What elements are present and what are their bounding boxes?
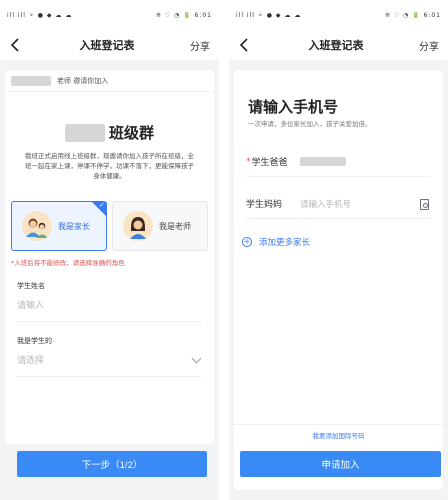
status-right-icons: ❊ ♡ ◔ 🔋 6:01 (155, 11, 212, 19)
screenshot-stage: ill ill ⚬ ● ◆ ☁ ☁ ❊ ♡ ◔ 🔋 6:01 入班登记表 分享 … (0, 0, 448, 500)
nav-bar: 入班登记表 分享 (0, 30, 219, 60)
class-name-suffix: 班级群 (108, 124, 154, 142)
back-arrow-icon[interactable] (239, 36, 253, 54)
apply-join-button[interactable]: 申请加入 (240, 451, 441, 477)
nav-bar: 入班登记表 分享 (229, 30, 448, 60)
role-label-parent: 我是家长 (58, 221, 90, 231)
student-name-label: 学生姓名 (17, 282, 45, 290)
invite-text: 老师 邀请你加入 (57, 76, 109, 85)
mother-phone-row[interactable]: 学生妈妈 请输入手机号 (246, 189, 431, 219)
role-warning: *入班后将不能修改，请选择准确的角色 (11, 259, 125, 267)
relation-field[interactable]: 我是学生的 请选择 (17, 336, 202, 377)
back-arrow-icon[interactable] (10, 36, 24, 54)
redacted-class-prefix (64, 123, 105, 142)
page-title: 入班登记表 (79, 39, 135, 52)
phone-entry-subtitle: 一次申请，多位家长加入，孩子关爱加倍。 (248, 120, 372, 128)
relation-label: 我是学生的 (17, 337, 52, 345)
registration-card: 老师 邀请你加入 班级群 我班正式启用线上班级群，现邀请你加入孩子所在班级，全班… (5, 70, 214, 444)
add-more-label: 添加更多家长 (259, 238, 311, 248)
share-button[interactable]: 分享 (190, 38, 210, 53)
student-name-input[interactable]: 请输入 (17, 298, 202, 311)
status-bar: ill ill ⚬ ● ◆ ☁ ☁ ❊ ♡ ◔ 🔋 6:01 (229, 0, 448, 30)
intl-number-link[interactable]: 我要添加国际号码 (234, 430, 443, 440)
redacted-father-phone (299, 157, 346, 166)
screen-phone-entry: ill ill ⚬ ● ◆ ☁ ☁ ❊ ♡ ◔ 🔋 6:01 入班登记表 分享 … (229, 0, 448, 500)
phone-entry-card: 请输入手机号 一次申请，多位家长加入，孩子关爱加倍。 * 学生爸爸 学生妈妈 请… (234, 70, 443, 490)
plus-circle-icon: + (242, 237, 252, 247)
screen-role-selection: ill ill ⚬ ● ◆ ☁ ☁ ❊ ♡ ◔ 🔋 6:01 入班登记表 分享 … (0, 0, 219, 500)
contacts-icon[interactable] (420, 199, 429, 210)
father-label: 学生爸爸 (251, 158, 288, 168)
role-option-parent[interactable]: 我是家长 ✓ (11, 201, 107, 251)
teacher-avatar-icon (123, 211, 153, 241)
status-bar: ill ill ⚬ ● ◆ ☁ ☁ ❊ ♡ ◔ 🔋 6:01 (0, 0, 219, 30)
divider (234, 424, 443, 425)
check-icon: ✓ (99, 201, 105, 209)
share-button[interactable]: 分享 (419, 38, 439, 53)
phone-entry-title: 请输入手机号 (248, 98, 339, 116)
redacted-teacher-name (11, 75, 51, 86)
class-description: 我班正式启用线上班级群，现邀请你加入孩子所在班级，全班一起在家上课，停课不停学，… (25, 152, 194, 180)
student-name-field[interactable]: 学生姓名 请输入 (17, 281, 202, 322)
parent-avatar-icon (22, 211, 52, 241)
next-step-button[interactable]: 下一步（1/2） (17, 451, 207, 477)
add-more-parents-button[interactable]: + 添加更多家长 (242, 236, 310, 248)
mother-label: 学生妈妈 (246, 200, 283, 210)
status-left-icons: ill ill ⚬ ● ◆ ☁ ☁ (7, 11, 73, 19)
role-selector: 我是家长 ✓ 我是老师 (11, 201, 208, 251)
role-option-teacher[interactable]: 我是老师 (112, 201, 208, 251)
relation-select[interactable]: 请选择 (17, 353, 202, 366)
mother-phone-input[interactable]: 请输入手机号 (300, 198, 351, 210)
status-left-icons: ill ill ⚬ ● ◆ ☁ ☁ (236, 11, 302, 19)
class-name: 班级群 (5, 122, 214, 143)
role-label-teacher: 我是老师 (159, 221, 191, 231)
father-phone-row[interactable]: * 学生爸爸 (246, 147, 431, 177)
status-right-icons: ❊ ♡ ◔ 🔋 6:01 (384, 11, 441, 19)
required-mark: * (246, 156, 251, 167)
page-title: 入班登记表 (308, 39, 364, 52)
invite-bar: 老师 邀请你加入 (5, 70, 214, 92)
